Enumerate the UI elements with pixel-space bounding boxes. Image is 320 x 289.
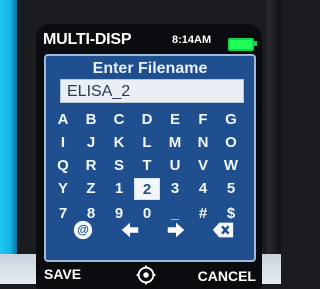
key-v[interactable]: V	[190, 155, 216, 175]
key-n[interactable]: N	[190, 132, 216, 152]
key-b[interactable]: B	[78, 109, 104, 129]
key-l[interactable]: L	[134, 132, 160, 152]
key-1[interactable]: 1	[106, 178, 132, 198]
save-softkey[interactable]: SAVE	[44, 266, 81, 282]
key-4[interactable]: 4	[190, 178, 216, 198]
svg-text:@: @	[77, 223, 89, 237]
key-i[interactable]: I	[50, 132, 76, 152]
navigation-icon[interactable]	[134, 263, 158, 287]
filename-input[interactable]: ELISA_2	[60, 79, 244, 103]
key-f[interactable]: F	[190, 109, 216, 129]
key-3[interactable]: 3	[162, 178, 188, 198]
left-arrow-icon[interactable]	[116, 219, 144, 241]
key-e[interactable]: E	[162, 109, 188, 129]
key-5[interactable]: 5	[218, 178, 244, 198]
device-screen: MULTI-DISP 8:14AM Enter Filename ELISA_2…	[36, 24, 262, 289]
device-left-bezel	[0, 0, 17, 284]
status-bar: MULTI-DISP 8:14AM	[36, 31, 262, 53]
key-c[interactable]: C	[106, 109, 132, 129]
key-d[interactable]: D	[134, 109, 160, 129]
key-z[interactable]: Z	[78, 178, 104, 198]
key-o[interactable]: O	[218, 132, 244, 152]
app-title: MULTI-DISP	[43, 31, 132, 48]
key-q[interactable]: Q	[50, 155, 76, 175]
key-w[interactable]: W	[218, 155, 244, 175]
key-g[interactable]: G	[218, 109, 244, 129]
key-t[interactable]: T	[134, 155, 160, 175]
right-arrow-icon[interactable]	[162, 219, 190, 241]
soft-keys-bar: SAVE CANCEL	[36, 262, 262, 288]
cancel-softkey[interactable]: CANCEL	[198, 268, 256, 284]
key-u[interactable]: U	[162, 155, 188, 175]
filename-dialog: Enter Filename ELISA_2 ABCDEFG IJKLMNO QRS…	[44, 54, 256, 262]
at-icon[interactable]: @	[69, 219, 97, 241]
key-a[interactable]: A	[50, 109, 76, 129]
clock: 8:14AM	[172, 34, 212, 46]
dialog-title: Enter Filename	[92, 60, 208, 77]
bottom-key-row: @	[60, 218, 246, 242]
character-keypad: A B C D E F G I J K L M N O Q R S T U V W Y Z 1 2 3 4 5 7 8 9 0 _ # $	[50, 109, 252, 223]
key-2[interactable]: 2	[134, 178, 160, 200]
key-y[interactable]: Y	[50, 178, 76, 198]
key-m[interactable]: M	[162, 132, 188, 152]
key-s[interactable]: S	[106, 155, 132, 175]
backspace-icon[interactable]	[209, 219, 237, 241]
key-j[interactable]: J	[78, 132, 104, 152]
device-right-bezel	[267, 0, 281, 284]
key-k[interactable]: K	[106, 132, 132, 152]
battery-icon	[228, 38, 257, 51]
key-r[interactable]: R	[78, 155, 104, 175]
